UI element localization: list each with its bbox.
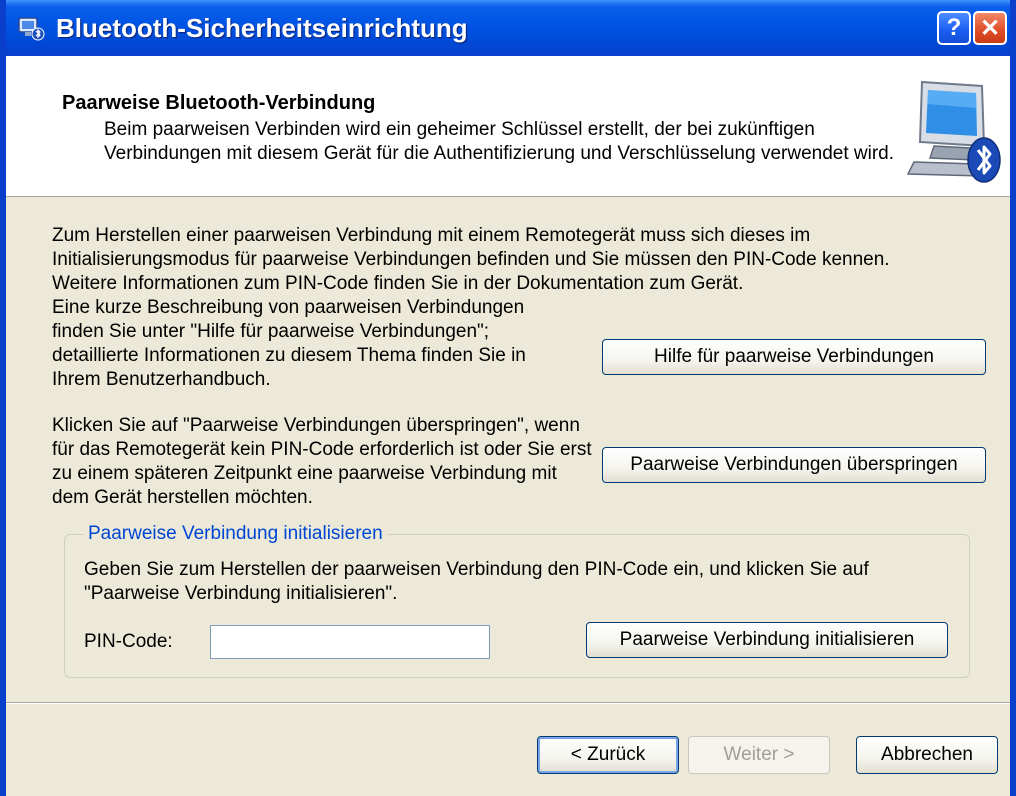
- initialize-pairing-button[interactable]: Paarweise Verbindung initialisieren: [586, 622, 948, 658]
- pin-label: PIN-Code:: [84, 631, 173, 652]
- skip-description: Klicken Sie auf "Paarweise Verbindungen …: [52, 415, 592, 508]
- window-title: Bluetooth-Sicherheitseinrichtung: [56, 13, 468, 43]
- page-title: Paarweise Bluetooth-Verbindung: [62, 92, 376, 114]
- bluetooth-computer-icon: [906, 80, 1001, 183]
- wizard-header: Paarweise Bluetooth-Verbindung Beim paar…: [6, 56, 1010, 197]
- footer-separator: [6, 702, 1010, 704]
- bluetooth-security-icon: [18, 17, 45, 41]
- page-description: Beim paarweisen Verbinden wird ein gehei…: [104, 119, 895, 164]
- groupbox-title: Paarweise Verbindung initialisieren: [84, 522, 387, 546]
- pin-instruction: Geben Sie zum Herstellen der paarweisen …: [84, 559, 869, 604]
- title-bar[interactable]: Bluetooth-Sicherheitseinrichtung ? ✕: [6, 0, 1010, 56]
- cancel-button[interactable]: Abbrechen: [856, 736, 998, 774]
- pin-code-input[interactable]: [210, 625, 490, 659]
- help-description: Eine kurze Beschreibung von paarweisen V…: [52, 297, 526, 390]
- next-button[interactable]: Weiter >: [688, 736, 830, 774]
- back-button[interactable]: < Zurück: [537, 736, 679, 774]
- help-icon[interactable]: ?: [937, 11, 971, 45]
- help-pairing-button[interactable]: Hilfe für paarweise Verbindungen: [602, 339, 986, 375]
- dialog-window: Bluetooth-Sicherheitseinrichtung ? ✕ Paa…: [0, 0, 1016, 796]
- close-icon[interactable]: ✕: [973, 11, 1007, 45]
- intro-text: Zum Herstellen einer paarweisen Verbindu…: [52, 225, 890, 294]
- skip-pairing-button[interactable]: Paarweise Verbindungen überspringen: [602, 447, 986, 483]
